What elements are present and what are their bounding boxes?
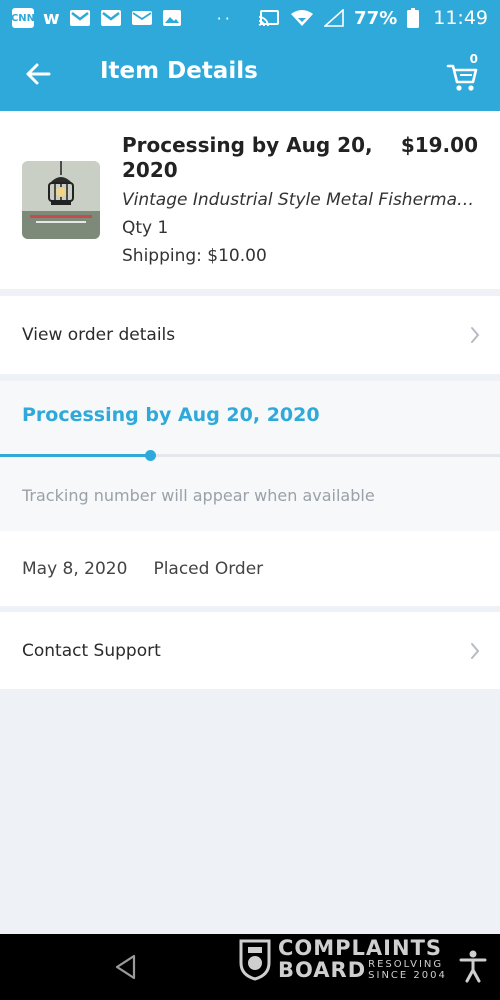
shield-logo-icon [239,939,271,981]
progress-marker [145,450,156,461]
mail-icon [131,11,152,25]
page-title: Item Details [100,58,258,84]
battery-percent: 77% [354,7,398,29]
event-date: May 8, 2020 [22,558,128,579]
app-header: Item Details 0 [0,36,500,111]
cnn-icon: CNN [11,8,35,28]
wish-icon: w [43,7,60,29]
watermark-sub2: SINCE 2004 [368,970,447,981]
view-order-details-label: View order details [22,325,176,345]
photo-icon [162,10,181,26]
item-card: Processing by Aug 20, 2020 $19.00 Vintag… [0,111,500,289]
watermark-line2: BOARD [278,958,367,982]
battery-icon [407,8,420,28]
back-button[interactable] [20,56,56,92]
item-status: Processing by Aug 20, 2020 [122,133,373,182]
tracking-note: Tracking number will appear when availab… [22,486,375,505]
watermark-line1: COMPLAINTS [278,936,443,960]
chevron-right-icon [471,327,480,343]
signal-icon [324,9,344,27]
tracking-title: Processing by Aug 20, 2020 [22,404,320,426]
accessibility-icon[interactable] [458,949,488,983]
order-event-row: May 8, 2020 Placed Order [0,531,500,606]
progress-bar [0,450,500,461]
nav-back-icon[interactable] [114,954,138,980]
item-name[interactable]: Vintage Industrial Style Metal Fisherman… [122,190,474,210]
gmail-icon [69,10,90,26]
more-notifications-indicator: ·· [216,8,233,28]
item-quantity: Qty 1 [122,218,169,238]
item-price: $19.00 [400,133,478,157]
contact-support-row[interactable]: Contact Support [0,612,500,689]
view-order-details-row[interactable]: View order details [0,296,500,374]
cart-count-badge: 0 [469,52,478,66]
chevron-right-icon [471,642,480,659]
gmail-icon [100,10,121,26]
product-thumbnail[interactable] [22,161,100,239]
status-bar: CNN w ·· 77% 11:49 [0,0,500,36]
contact-support-label: Contact Support [22,640,161,661]
tracking-section: Processing by Aug 20, 2020 Tracking numb… [0,381,500,531]
progress-fill [0,454,150,457]
arrow-left-icon [26,63,51,85]
event-label: Placed Order [153,558,264,579]
complaints-board-watermark: COMPLAINTS BOARD RESOLVING SINCE 2004 [238,935,447,983]
item-shipping: Shipping: $10.00 [122,246,267,266]
clock: 11:49 [433,7,488,29]
cast-icon [258,10,280,27]
lamp-image [22,161,100,239]
watermark-sub1: RESOLVING [368,959,444,970]
cart-button[interactable]: 0 [446,52,482,92]
wifi-icon [291,10,314,26]
